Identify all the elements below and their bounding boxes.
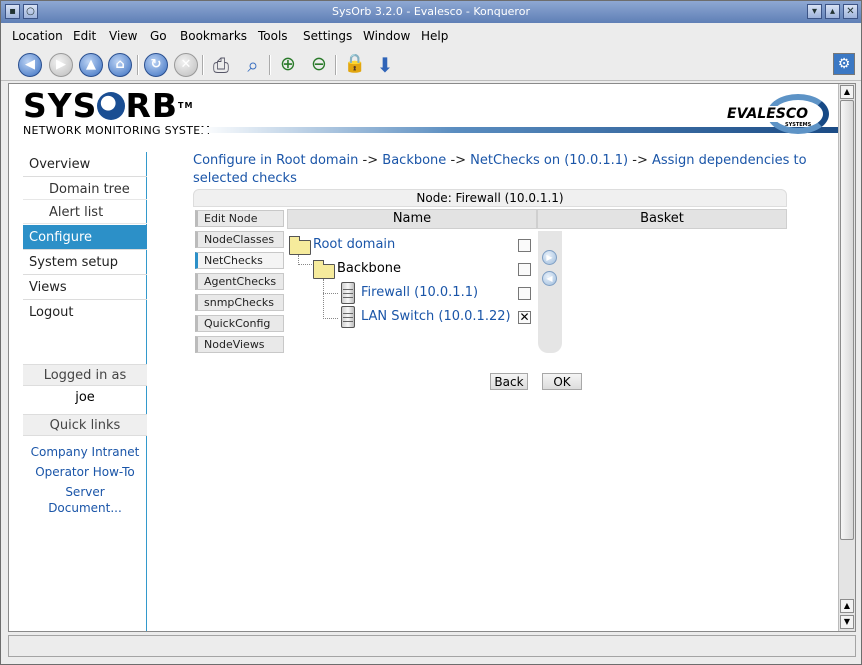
menu-go[interactable]: Go xyxy=(150,29,167,43)
crumb-configure[interactable]: Configure in Root domain xyxy=(193,153,358,168)
title-bar: ▪ ○ SysOrb 3.2.0 - Evalesco - Konqueror … xyxy=(1,1,861,23)
sidebar-item-overview[interactable]: Overview xyxy=(23,152,147,177)
tab-nodeclasses[interactable]: NodeClasses xyxy=(195,231,284,248)
tab-nodeviews[interactable]: NodeViews xyxy=(195,336,284,353)
zoom-out-icon[interactable]: ⊖ xyxy=(307,53,331,77)
reload-icon[interactable]: ↻ xyxy=(144,53,168,77)
toolbar-separator xyxy=(202,55,204,75)
close-icon[interactable]: ✕ xyxy=(843,4,858,19)
minimize-icon[interactable]: ▾ xyxy=(807,4,822,19)
logged-in-header: Logged in as xyxy=(23,364,147,386)
back-icon[interactable]: ◀ xyxy=(18,53,42,77)
menu-edit[interactable]: Edit xyxy=(73,29,96,43)
tab-snmpchecks[interactable]: snmpChecks xyxy=(195,294,284,311)
sidebar-item-configure[interactable]: Configure xyxy=(23,225,147,250)
column-name-header: Name xyxy=(287,209,537,229)
lock-icon[interactable]: 🔒 xyxy=(343,53,367,77)
zoom-in-icon[interactable]: ⊕ xyxy=(276,53,300,77)
quick-links-header: Quick links xyxy=(23,414,147,436)
back-button[interactable]: Back xyxy=(490,373,528,390)
stop-icon[interactable]: ✕ xyxy=(174,53,198,77)
toolbar-separator xyxy=(137,55,139,75)
sidebar-item-domain-tree[interactable]: Domain tree xyxy=(23,177,147,200)
server-icon xyxy=(341,282,355,304)
tree-item-firewall[interactable]: Firewall (10.0.1.1) xyxy=(361,285,478,300)
logo-o-icon xyxy=(97,92,126,120)
web-content: SYS RBTM NETWORK MONITORING SYSTEM EVALES… xyxy=(8,83,856,632)
evalesco-logo: EVALESCO SYSTEMS xyxy=(727,94,831,134)
tab-netchecks[interactable]: NetChecks xyxy=(195,252,284,269)
tree-line xyxy=(323,279,324,319)
menu-tools[interactable]: Tools xyxy=(258,29,288,43)
sidebar-item-alert-list[interactable]: Alert list xyxy=(23,200,147,224)
status-bar xyxy=(8,635,856,657)
sidebar: Overview Domain tree Alert list Configur… xyxy=(23,152,147,631)
tree-line xyxy=(323,318,338,319)
vertical-scrollbar[interactable]: ▲ ▲ ▼ xyxy=(838,84,855,631)
forward-icon[interactable]: ▶ xyxy=(49,53,73,77)
menu-window[interactable]: Window xyxy=(363,29,410,43)
breadcrumb: Configure in Root domain -> Backbone -> … xyxy=(193,153,807,186)
up-icon[interactable]: ▲ xyxy=(79,53,103,77)
node-title: Node: Firewall (10.0.1.1) xyxy=(193,189,787,207)
tree-line xyxy=(298,264,312,265)
tree-line xyxy=(323,293,338,294)
crumb-backbone[interactable]: Backbone xyxy=(382,153,446,168)
logged-in-user: joe xyxy=(75,390,95,405)
crumb-netchecks[interactable]: NetChecks on (10.0.1.1) xyxy=(470,153,628,168)
checkbox-lan-switch[interactable]: ✕ xyxy=(518,311,531,324)
basket-panel: ▶ ◀ xyxy=(538,231,562,353)
scroll-up-icon[interactable]: ▲ xyxy=(840,599,854,613)
tab-edit-node[interactable]: Edit Node xyxy=(195,210,284,227)
server-icon xyxy=(341,306,355,328)
tab-quickconfig[interactable]: QuickConfig xyxy=(195,315,284,332)
column-basket-header: Basket xyxy=(537,209,787,229)
sysorb-logo: SYS RBTM xyxy=(23,86,194,125)
scroll-down-icon[interactable]: ▼ xyxy=(840,615,854,629)
menu-settings[interactable]: Settings xyxy=(303,29,352,43)
menu-location[interactable]: Location xyxy=(12,29,63,43)
sidebar-item-system-setup[interactable]: System setup xyxy=(23,250,147,275)
window-title: SysOrb 3.2.0 - Evalesco - Konqueror xyxy=(332,5,530,18)
checkbox-firewall[interactable] xyxy=(518,287,531,300)
menu-view[interactable]: View xyxy=(109,29,137,43)
print-icon[interactable]: ⎙ xyxy=(209,53,233,77)
checkbox-backbone[interactable] xyxy=(518,263,531,276)
tab-agentchecks[interactable]: AgentChecks xyxy=(195,273,284,290)
gear-icon[interactable]: ⚙ xyxy=(833,53,855,75)
tree-item-backbone: Backbone xyxy=(337,261,402,276)
download-icon[interactable]: ⬇ xyxy=(373,53,397,77)
quick-link-howto[interactable]: Operator How-To xyxy=(23,464,147,480)
home-icon[interactable]: ⌂ xyxy=(108,53,132,77)
find-icon[interactable]: ⌕ xyxy=(241,53,265,77)
menu-bar: Location Edit View Go Bookmarks Tools Se… xyxy=(1,25,861,47)
site-header: SYS RBTM NETWORK MONITORING SYSTEM EVALES… xyxy=(9,84,839,142)
quick-link-intranet[interactable]: Company Intranet xyxy=(23,444,147,460)
menu-help[interactable]: Help xyxy=(421,29,448,43)
scroll-up-icon[interactable]: ▲ xyxy=(840,85,854,99)
toolbar-separator xyxy=(269,55,271,75)
menu-bookmarks[interactable]: Bookmarks xyxy=(180,29,247,43)
checkbox-root-domain[interactable] xyxy=(518,239,531,252)
browser-window: ▪ ○ SysOrb 3.2.0 - Evalesco - Konqueror … xyxy=(0,0,862,665)
basket-remove-icon[interactable]: ◀ xyxy=(542,271,557,286)
quick-link-server-doc[interactable]: Server Document... xyxy=(23,484,147,516)
sidebar-item-logout[interactable]: Logout xyxy=(23,300,147,325)
logo-subtitle: NETWORK MONITORING SYSTEM xyxy=(23,124,211,137)
tree-item-lan-switch[interactable]: LAN Switch (10.0.1.22) xyxy=(361,309,511,324)
toolbar: ◀ ▶ ▲ ⌂ ↻ ✕ ⎙ ⌕ ⊕ ⊖ 🔒 ⬇ ⚙ xyxy=(1,49,861,81)
basket-add-icon[interactable]: ▶ xyxy=(542,250,557,265)
scroll-thumb[interactable] xyxy=(840,100,854,540)
node-panel: Node: Firewall (10.0.1.1) Edit Node Node… xyxy=(193,189,787,357)
tree-item-root-domain[interactable]: Root domain xyxy=(313,237,395,252)
sidebar-item-views[interactable]: Views xyxy=(23,275,147,300)
ok-button[interactable]: OK xyxy=(542,373,582,390)
toolbar-separator xyxy=(335,55,337,75)
maximize-icon[interactable]: ▴ xyxy=(825,4,840,19)
folder-icon xyxy=(313,260,335,279)
folder-icon xyxy=(289,236,311,255)
